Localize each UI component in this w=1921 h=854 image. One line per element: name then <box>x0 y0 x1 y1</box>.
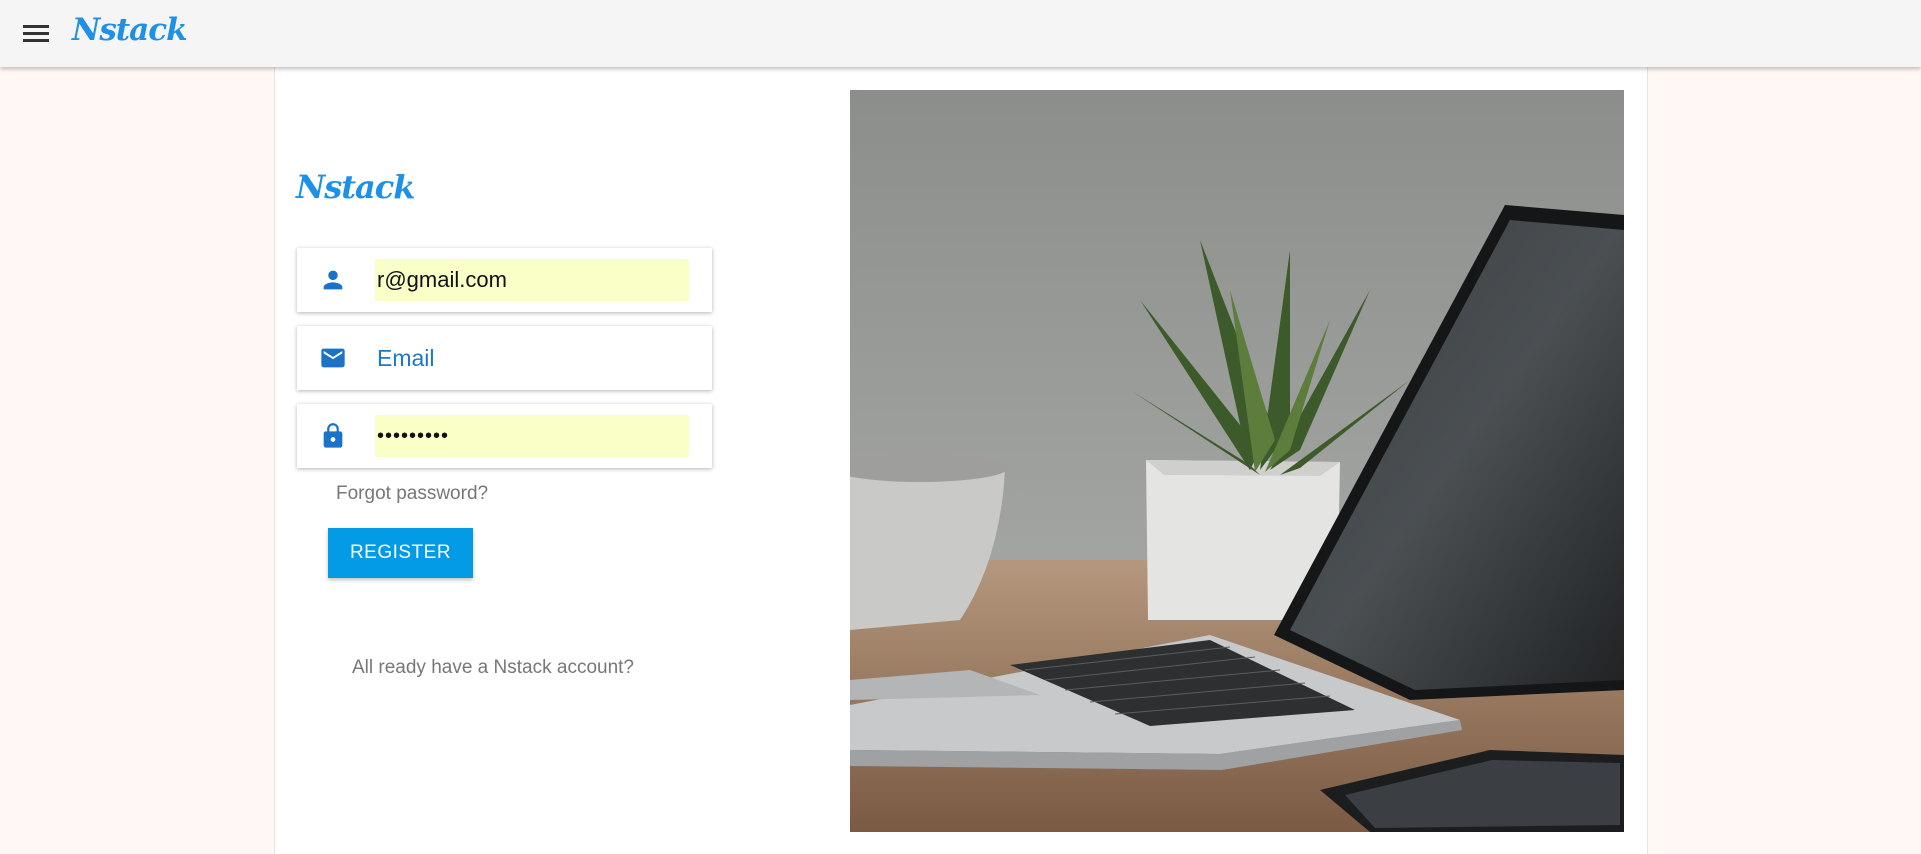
email-icon <box>321 348 345 368</box>
password-input[interactable]: ••••••••• <box>375 415 689 457</box>
forgot-password-link[interactable]: Forgot password? <box>336 483 488 505</box>
form-logo: Nstack <box>296 168 415 206</box>
laptop-illustration <box>850 90 1624 832</box>
password-field: ••••••••• <box>297 404 712 468</box>
person-icon <box>323 270 343 290</box>
app-bar: Nstack <box>0 0 1921 67</box>
email-input[interactable]: Email <box>375 337 689 379</box>
register-button[interactable]: REGISTER <box>328 528 473 578</box>
laptop-photo <box>850 90 1624 832</box>
username-input[interactable]: r@gmail.com <box>375 259 689 301</box>
lock-icon <box>323 423 343 448</box>
menu-icon[interactable] <box>14 16 58 52</box>
app-brand-logo[interactable]: Nstack <box>72 12 188 48</box>
username-field: r@gmail.com <box>297 248 712 312</box>
email-field: Email <box>297 326 712 390</box>
have-account-link[interactable]: All ready have a Nstack account? <box>352 657 634 679</box>
